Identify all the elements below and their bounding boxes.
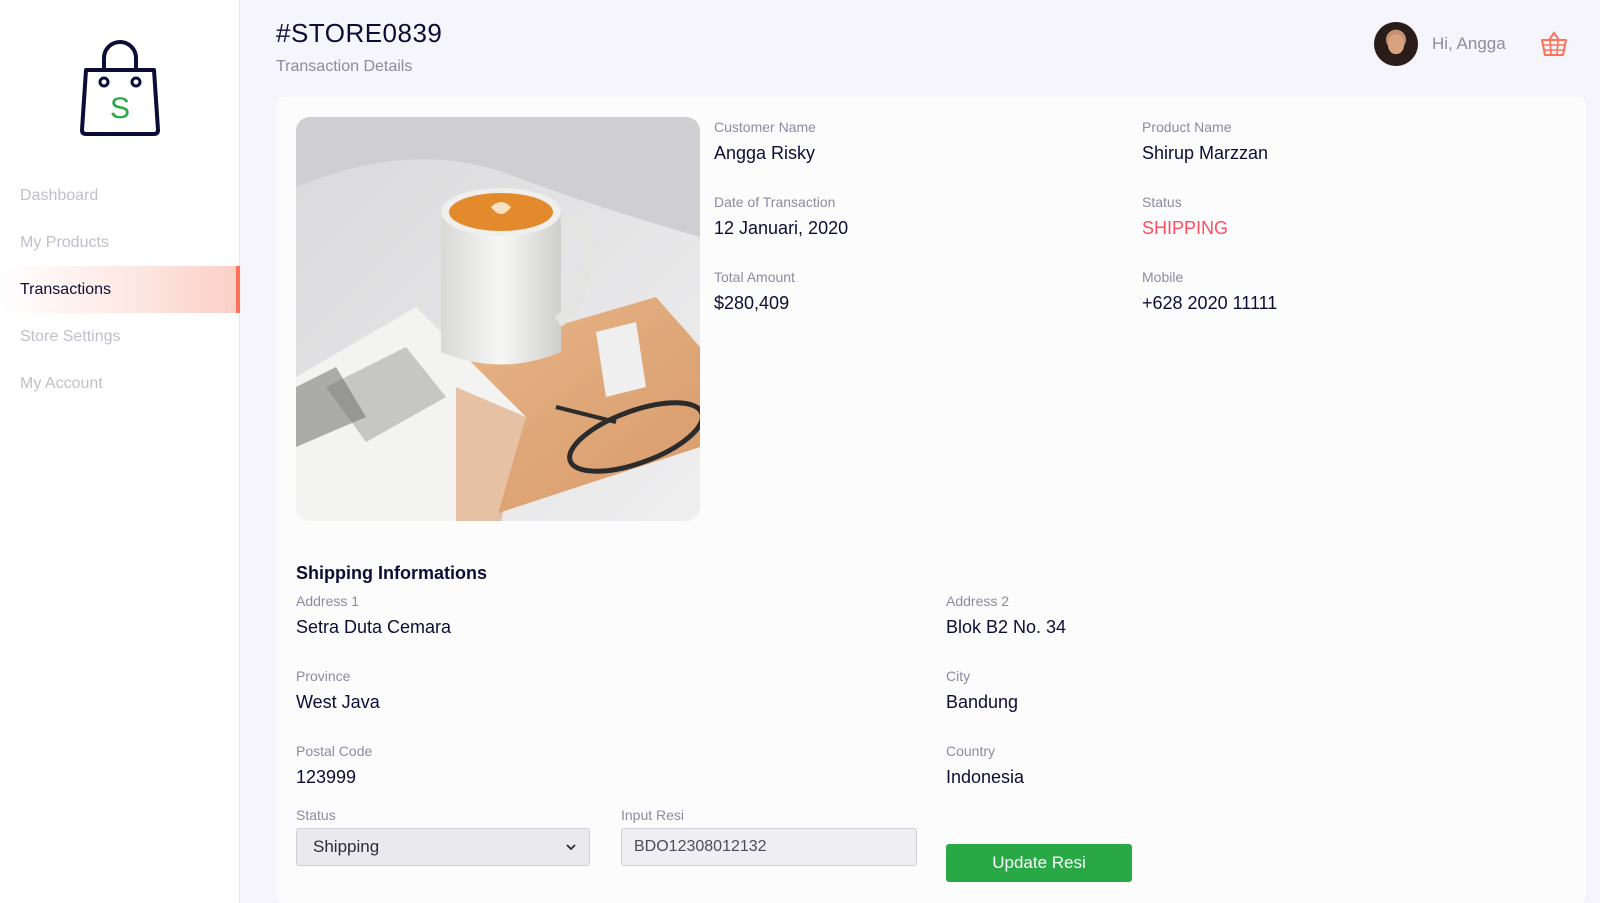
- city-label: City: [946, 668, 971, 684]
- address1-label: Address 1: [296, 593, 360, 609]
- sidebar-item-transactions[interactable]: Transactions: [0, 266, 240, 313]
- total-field: Total Amount $280,409: [714, 269, 795, 314]
- sidebar-item-store-settings[interactable]: Store Settings: [0, 313, 240, 360]
- customer-name-field: Customer Name Angga Risky: [714, 119, 816, 164]
- postal-code-label: Postal Code: [296, 743, 373, 759]
- status-select-field: Status Shipping: [296, 807, 590, 866]
- update-resi-button[interactable]: Update Resi: [946, 844, 1132, 882]
- shipping-section-title: Shipping Informations: [296, 563, 487, 583]
- mobile-field: Mobile +628 2020 11111: [1142, 269, 1277, 314]
- address2-value: Blok B2 No. 34: [946, 617, 1067, 637]
- status-label: Status: [1142, 194, 1182, 210]
- page-subtitle: Transaction Details: [276, 58, 413, 75]
- country-field: Country Indonesia: [946, 743, 1024, 788]
- customer-name-label: Customer Name: [714, 119, 816, 135]
- sidebar-nav: Dashboard My Products Transactions Store…: [0, 172, 240, 407]
- province-field: Province West Java: [296, 668, 380, 713]
- province-label: Province: [296, 668, 351, 684]
- shopping-basket-icon[interactable]: [1540, 30, 1568, 58]
- user-greeting[interactable]: Hi, Angga: [1432, 34, 1506, 54]
- user-menu[interactable]: Hi, Angga: [1374, 22, 1506, 66]
- address1-field: Address 1 Setra Duta Cemara: [296, 593, 451, 638]
- customer-name-value: Angga Risky: [714, 143, 816, 163]
- sidebar-item-my-account[interactable]: My Account: [0, 360, 240, 407]
- date-value: 12 Januari, 2020: [714, 218, 849, 238]
- transaction-card: Customer Name Angga Risky Product Name S…: [276, 97, 1586, 903]
- address2-label: Address 2: [946, 593, 1010, 609]
- status-select-value: Shipping: [313, 837, 380, 856]
- date-label: Date of Transaction: [714, 194, 836, 210]
- product-name-value: Shirup Marzzan: [1142, 143, 1269, 163]
- sidebar-item-dashboard[interactable]: Dashboard: [0, 172, 240, 219]
- country-label: Country: [946, 743, 996, 759]
- postal-code-value: 123999: [296, 767, 357, 787]
- status-select[interactable]: Shipping: [296, 828, 590, 866]
- country-value: Indonesia: [946, 767, 1025, 787]
- status-field: Status SHIPPING: [1142, 194, 1228, 239]
- resi-input-label: Input Resi: [621, 807, 685, 823]
- total-label: Total Amount: [714, 269, 795, 285]
- province-value: West Java: [296, 692, 380, 712]
- resi-input-field: Input Resi: [621, 807, 917, 866]
- chevron-down-icon: [566, 844, 576, 851]
- page-title: #STORE0839: [276, 18, 443, 48]
- avatar[interactable]: [1374, 22, 1418, 66]
- app: S Dashboard My Products Transactions Sto…: [0, 0, 1600, 903]
- address2-field: Address 2 Blok B2 No. 34: [946, 593, 1066, 638]
- product-image: [296, 117, 700, 521]
- city-value: Bandung: [946, 692, 1019, 712]
- city-field: City Bandung: [946, 668, 1018, 713]
- mobile-value: +628 2020 11111: [1142, 293, 1278, 313]
- postal-code-field: Postal Code 123999: [296, 743, 372, 788]
- resi-input[interactable]: [621, 828, 917, 866]
- status-select-label: Status: [296, 807, 336, 823]
- logo-letter: S: [110, 92, 130, 125]
- product-name-field: Product Name Shirup Marzzan: [1142, 119, 1268, 164]
- total-value: $280,409: [714, 293, 790, 313]
- product-name-label: Product Name: [1142, 119, 1232, 135]
- mobile-label: Mobile: [1142, 269, 1184, 285]
- status-badge: SHIPPING: [1142, 218, 1229, 238]
- store-logo-icon[interactable]: S: [78, 36, 164, 136]
- date-field: Date of Transaction 12 Januari, 2020: [714, 194, 848, 239]
- sidebar-item-my-products[interactable]: My Products: [0, 219, 240, 266]
- address1-value: Setra Duta Cemara: [296, 617, 452, 637]
- sidebar: S Dashboard My Products Transactions Sto…: [0, 0, 240, 903]
